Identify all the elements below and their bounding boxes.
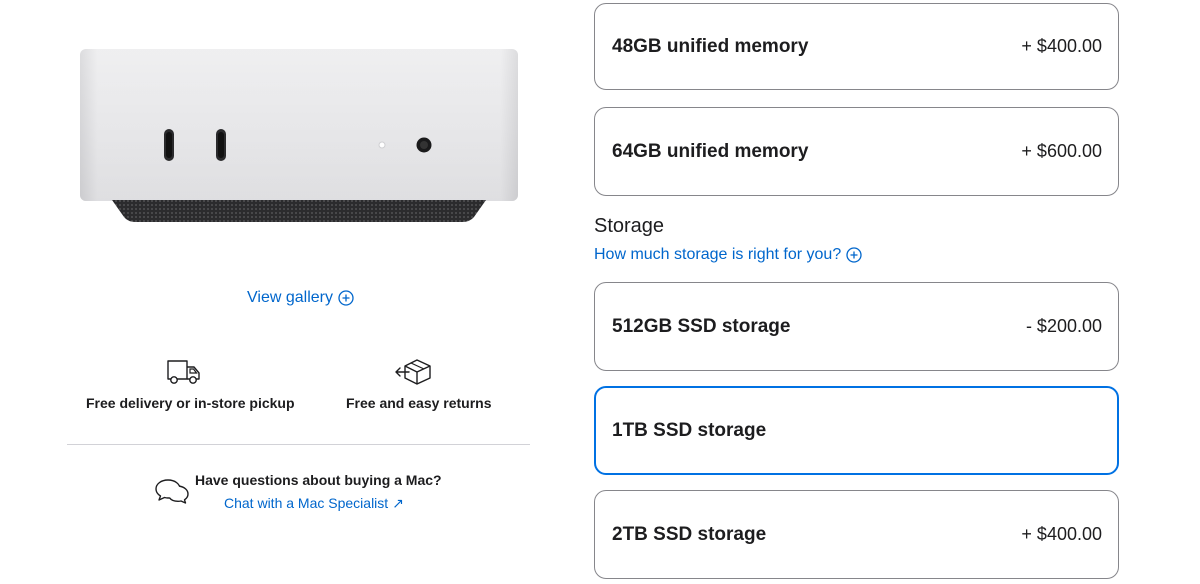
chat-bubbles-icon (155, 479, 189, 504)
option-price: + $400.00 (1021, 524, 1102, 544)
storage-option-1tb[interactable]: 1TB SSD storage (594, 386, 1119, 475)
view-gallery-label: View gallery (247, 289, 333, 306)
chat-question: Have questions about buying a Mac? (195, 472, 442, 488)
feature-returns: Free and easy returns (346, 358, 492, 413)
view-gallery-link[interactable]: View gallery (247, 289, 354, 307)
option-name: 512GB SSD storage (612, 315, 791, 337)
option-name: 2TB SSD storage (612, 523, 767, 545)
chat-specialist-link[interactable]: Chat with a Mac Specialist ↗ (224, 495, 404, 512)
option-price: + $400.00 (1021, 36, 1102, 56)
product-panel: View gallery Free delivery or in-store p… (0, 0, 580, 584)
storage-help-link[interactable]: How much storage is right for you? (594, 246, 862, 264)
storage-option-2tb[interactable]: 2TB SSD storage + $400.00 (594, 490, 1119, 579)
storage-help-label: How much storage is right for you? (594, 246, 842, 263)
option-name: 48GB unified memory (612, 35, 809, 57)
option-name: 64GB unified memory (612, 140, 809, 162)
memory-option-64gb[interactable]: 64GB unified memory + $600.00 (594, 107, 1119, 196)
delivery-label: Free delivery or in-store pickup (86, 395, 295, 411)
option-name: 1TB SSD storage (612, 419, 767, 441)
divider (67, 444, 530, 445)
plus-circle-icon (846, 247, 862, 263)
return-box-icon (395, 359, 431, 385)
option-price: - $200.00 (1025, 316, 1102, 336)
mac-mini-product-image (80, 49, 518, 222)
storage-heading: Storage (594, 215, 665, 237)
returns-label: Free and easy returns (346, 395, 492, 411)
plus-circle-icon (338, 290, 354, 306)
storage-option-512gb[interactable]: 512GB SSD storage - $200.00 (594, 282, 1119, 371)
feature-delivery: Free delivery or in-store pickup (86, 358, 295, 413)
memory-option-48gb[interactable]: 48GB unified memory + $400.00 (594, 3, 1119, 90)
option-price: + $600.00 (1021, 141, 1102, 161)
delivery-truck-icon (167, 360, 200, 384)
